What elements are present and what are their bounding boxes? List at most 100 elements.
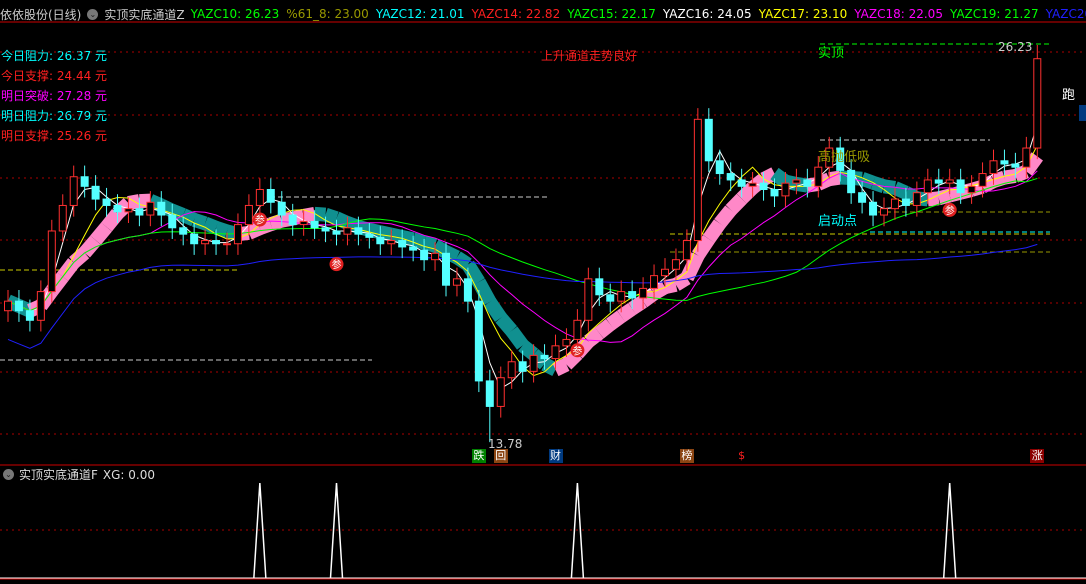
signal-label: 参 (255, 214, 265, 227)
candle-body (781, 182, 790, 197)
candle-body (803, 179, 812, 187)
candle-body (956, 179, 965, 194)
candle-body (244, 204, 253, 226)
candle-body (91, 185, 100, 200)
candle-body (113, 204, 122, 213)
channel-band (506, 326, 529, 350)
channel-band (518, 339, 538, 360)
run-annotation: 跑 (1062, 88, 1076, 103)
candle-body (792, 179, 801, 184)
channel-band (431, 239, 450, 259)
channel-band (594, 318, 615, 339)
candle-body (890, 198, 899, 210)
candle-body (223, 243, 231, 246)
candle-body (442, 252, 450, 286)
candle-body (463, 278, 472, 302)
candle-body (584, 278, 593, 321)
candle-body (398, 240, 407, 248)
ma-blue (7, 243, 1038, 349)
channel-band (692, 235, 715, 260)
candle-body (507, 361, 516, 379)
candle-body (310, 220, 319, 229)
event-tag[interactable]: 财 (548, 449, 563, 463)
event-tag[interactable]: 榜 (679, 449, 694, 463)
channel-band (495, 313, 518, 336)
candle-body (299, 220, 308, 226)
candle-body (376, 236, 385, 245)
candle-body (704, 118, 713, 162)
trend-annotation: 上升通道走势良好 (541, 49, 638, 63)
channel-band (422, 235, 438, 253)
max-price-label: 26.23 (998, 40, 1033, 54)
channel-band (333, 211, 351, 230)
candle-body (321, 227, 330, 232)
channel-band (552, 358, 570, 377)
event-tag[interactable]: $ (735, 449, 749, 463)
channel-band (628, 295, 647, 315)
candle-body (573, 319, 582, 340)
channel-band (714, 205, 737, 228)
candle-body (715, 160, 724, 175)
start-annotation: 启动点 (818, 214, 858, 229)
candle-body (201, 240, 210, 245)
top-annotation: 实顶 (818, 46, 845, 61)
channel-band (323, 207, 339, 225)
candle-body (682, 240, 691, 261)
event-tag[interactable]: 涨 (1030, 449, 1045, 463)
ma-green (7, 177, 1038, 312)
candle-body (179, 227, 188, 235)
candle-body (923, 179, 932, 194)
candle-body (277, 201, 286, 216)
channel-band (378, 225, 393, 242)
sub-indicator-header: ⌄ 实顶实底通道F XG: 0.00 (3, 466, 155, 483)
candle-body (233, 224, 242, 245)
candle-body (978, 173, 987, 187)
candle-body (671, 259, 680, 270)
candle-body (25, 310, 34, 321)
candle-body (47, 230, 56, 293)
candle-body (628, 291, 637, 299)
event-tag[interactable]: 回 (493, 449, 508, 463)
candle-body (770, 189, 779, 197)
candle-body (69, 176, 78, 206)
candle-body (540, 354, 549, 360)
candle-body (58, 204, 67, 232)
channel-band (180, 208, 197, 227)
channel-band (1012, 165, 1029, 183)
chevron-down-icon[interactable]: ⌄ (3, 469, 14, 480)
candle-body (748, 182, 757, 187)
candle-body (595, 278, 604, 296)
channel-band (367, 222, 382, 240)
channel-band (411, 232, 427, 250)
candle-body (190, 233, 199, 245)
candle-body (332, 230, 341, 235)
candle-body (1033, 58, 1042, 149)
candle-body (212, 240, 221, 245)
candle-body (934, 179, 943, 184)
candle-body (409, 246, 418, 251)
candle-body (343, 227, 352, 235)
channel-band (606, 310, 626, 330)
candle-body (365, 233, 374, 238)
price-chart[interactable]: 参参参参 (0, 0, 1086, 584)
channel-band (770, 167, 790, 188)
candle-body (814, 166, 823, 187)
candle-body (945, 179, 954, 184)
sub-indicator-value: XG: 0.00 (102, 467, 156, 482)
event-tag[interactable]: 跌 (471, 449, 486, 463)
sub-indicator-name[interactable]: 实顶实底通道F (19, 466, 98, 483)
channel-band (79, 235, 101, 258)
channel-band (101, 209, 123, 232)
candle-body (693, 118, 702, 242)
candle-body (529, 354, 538, 372)
candle-body (551, 345, 560, 360)
candle-body (474, 300, 483, 382)
candle-body (135, 208, 144, 216)
channel-band (725, 193, 747, 215)
candle-body (562, 338, 571, 347)
candle-body (168, 214, 177, 229)
candle-body (485, 380, 494, 407)
candle-body (387, 240, 396, 245)
candle-body (858, 192, 867, 203)
candle-body (420, 249, 429, 261)
